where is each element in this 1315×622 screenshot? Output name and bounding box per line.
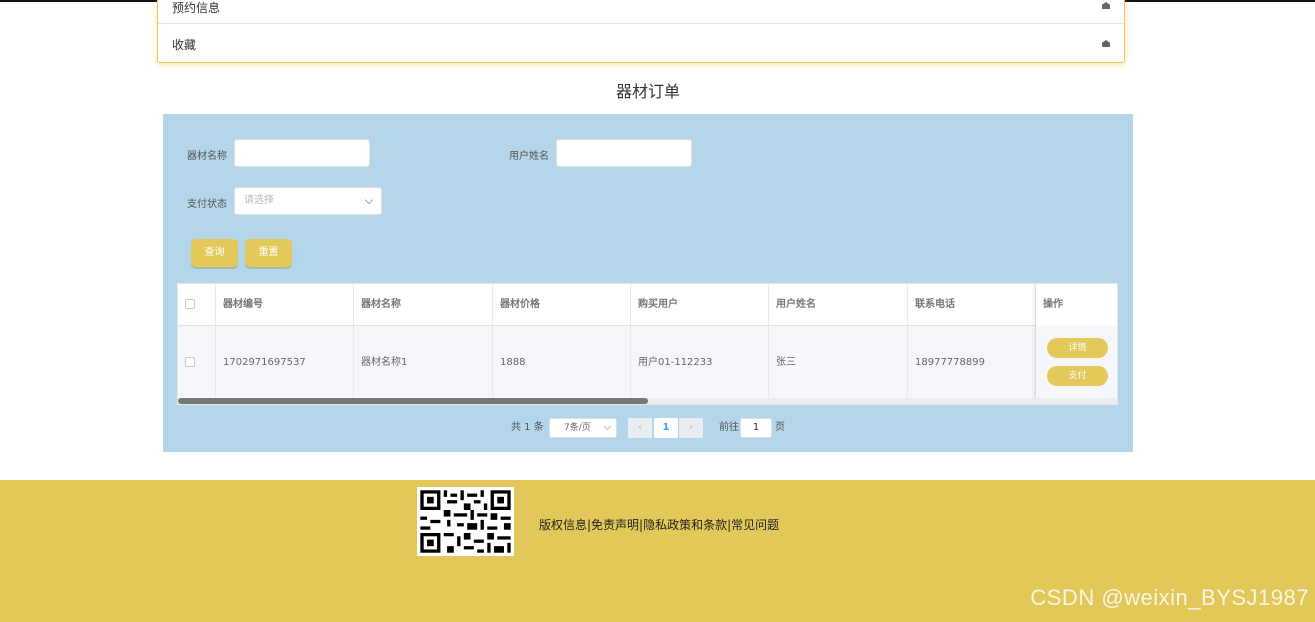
current-page-button[interactable]: 1 [654,418,678,438]
chevron-right-icon: › [689,422,693,433]
column-header: 器材价格 [493,284,631,326]
dropdown-menu: 预约信息 收藏 [157,0,1125,63]
equipment-name-input[interactable] [234,139,370,167]
pay-button[interactable]: 支付 [1047,366,1108,386]
row-select-cell [178,326,216,400]
payment-status-label: 支付状态 [187,199,227,210]
page-size-value: 7条/页 [564,423,591,433]
user-name-input[interactable] [556,139,692,167]
scrollbar-thumb[interactable] [178,398,648,404]
chevron-down-icon [603,422,612,431]
column-header: 器材名称 [354,284,493,326]
table-cell: 用户01-112233 [631,326,769,400]
footer: 版权信息|免责声明|隐私政策和条款|常见问题 CSDN @weixin_BYSJ… [0,480,1315,622]
qr-code-icon [417,487,514,556]
column-header: 器材编号 [216,284,354,326]
table-cell: 1702971697537 [216,326,354,400]
menu-item-label: 收藏 [172,38,197,52]
horizontal-scrollbar[interactable] [178,398,1117,404]
row-checkbox[interactable] [185,357,195,367]
reset-button[interactable]: 重置 [245,239,292,267]
actions-cell: 详情 支付 [1036,326,1117,400]
home-icon [1102,40,1110,47]
user-name-label: 用户姓名 [509,151,549,162]
menu-item-label: 预约信息 [172,1,221,15]
select-placeholder: 请选择 [244,195,274,206]
table-cell: 张三 [769,326,908,400]
column-header: 操作 [1043,299,1063,310]
table-cell: 1888 [493,326,631,400]
detail-button[interactable]: 详情 [1047,338,1108,358]
footer-links[interactable]: 版权信息|免责声明|隐私政策和条款|常见问题 [539,516,779,533]
goto-label: 前往 [719,422,739,433]
watermark: CSDN @weixin_BYSJ1987 [1030,585,1309,610]
column-header: 购买用户 [631,284,769,326]
prev-page-button[interactable]: ‹ [628,418,652,438]
page-size-select[interactable]: 7条/页 [549,418,617,438]
menu-item-appointments[interactable]: 预约信息 [158,0,1124,24]
column-header: 联系电话 [908,284,1036,326]
payment-status-select[interactable]: 请选择 [234,187,382,215]
total-count: 共 1 条 [511,422,544,433]
orders-table: 器材编号 器材名称 器材价格 购买用户 用户姓名 联系电话 1702971697… [177,283,1118,405]
page-suffix: 页 [775,422,785,433]
home-icon [1102,2,1110,9]
equipment-name-label: 器材名称 [187,151,227,162]
table-cell: 18977778899 [908,326,1036,400]
actions-column: 操作 详情 支付 [1036,284,1117,400]
query-button[interactable]: 查询 [191,239,238,267]
menu-item-favorites[interactable]: 收藏 [158,25,1124,63]
goto-page-input[interactable]: 1 [740,418,772,438]
column-header: 用户姓名 [769,284,908,326]
page-title: 器材订单 [615,82,680,101]
chevron-left-icon: ‹ [638,422,642,433]
next-page-button[interactable]: › [679,418,703,438]
select-all-checkbox[interactable] [185,299,195,309]
chevron-down-icon [364,195,374,205]
select-all-cell [178,284,216,326]
table-cell: 器材名称1 [354,326,493,400]
